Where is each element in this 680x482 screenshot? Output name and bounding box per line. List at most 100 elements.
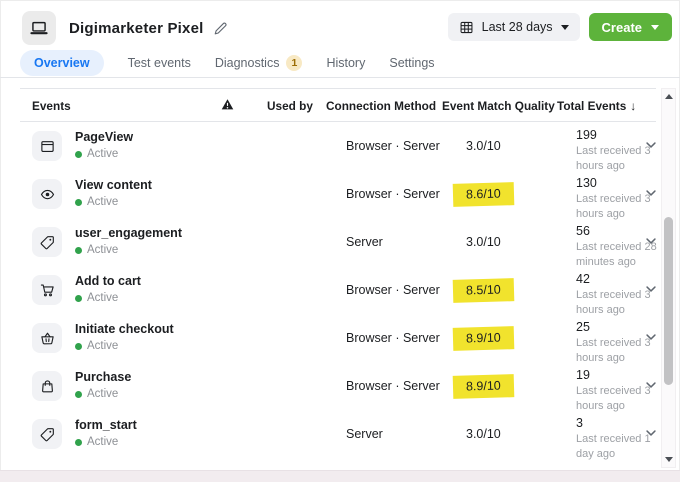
event-match-quality-cell: 3.0/10 (466, 218, 501, 266)
tab-label: Settings (389, 56, 434, 70)
create-button[interactable]: Create (589, 13, 672, 41)
event-name-block: Add to cart Active (75, 274, 141, 304)
event-match-quality-value: 8.5/10 (453, 278, 514, 303)
tab-test-events[interactable]: Test events (128, 50, 191, 76)
table-row[interactable]: Initiate checkout Active Browser · Serve… (20, 314, 656, 362)
table-body: PageView Active Browser · Server 3.0/10 … (20, 122, 656, 458)
event-name-block: Initiate checkout Active (75, 322, 174, 352)
cart-icon (32, 275, 62, 305)
table-row[interactable]: View content Active Browser · Server 8.6… (20, 170, 656, 218)
page-background-strip (0, 470, 680, 482)
date-range-button[interactable]: Last 28 days (448, 13, 580, 41)
table-row[interactable]: Add to cart Active Browser · Server 8.5/… (20, 266, 656, 314)
chevron-down-icon[interactable] (644, 186, 658, 200)
event-name: form_start (75, 418, 137, 432)
connection-method-value: Browser · Server (346, 266, 440, 314)
event-name-block: View content Active (75, 178, 152, 208)
status-badge: Active (75, 148, 133, 160)
chevron-down-icon[interactable] (644, 330, 658, 344)
date-range-label: Last 28 days (482, 20, 553, 34)
active-dot-icon (75, 247, 82, 254)
connection-method-value: Browser · Server (346, 362, 440, 410)
tab-diagnostics[interactable]: Diagnostics 1 (215, 49, 303, 77)
table-header-row: Events Used by Connection Method Event M… (20, 88, 656, 122)
chevron-down-icon[interactable] (644, 138, 658, 152)
tab-overview[interactable]: Overview (20, 50, 104, 76)
edit-pencil-icon[interactable] (213, 21, 228, 36)
column-header-event-match-quality[interactable]: Event Match Quality (442, 99, 555, 113)
connection-method-value: Browser · Server (346, 122, 440, 170)
active-dot-icon (75, 295, 82, 302)
event-match-quality-cell: 8.6/10 (466, 170, 514, 218)
create-label: Create (602, 20, 642, 35)
connection-method-value: Browser · Server (346, 170, 440, 218)
event-match-quality-value: 3.0/10 (466, 139, 501, 153)
event-match-quality-cell: 8.9/10 (466, 362, 514, 410)
chevron-down-icon[interactable] (644, 282, 658, 296)
chevron-down-icon[interactable] (644, 234, 658, 248)
header-actions: Last 28 days Create (448, 13, 672, 41)
event-match-quality-value: 3.0/10 (466, 235, 501, 249)
window-icon (32, 131, 62, 161)
status-label: Active (87, 148, 118, 160)
table-row[interactable]: user_engagement Active Server 3.0/10 56 … (20, 218, 656, 266)
event-match-quality-cell: 3.0/10 (466, 122, 501, 170)
page-title: Digimarketer Pixel (69, 20, 204, 37)
column-header-events[interactable]: Events (32, 99, 71, 113)
event-name: PageView (75, 130, 133, 144)
event-match-quality-cell: 8.5/10 (466, 266, 514, 314)
events-table: Events Used by Connection Method Event M… (20, 88, 656, 458)
column-header-connection-method[interactable]: Connection Method (326, 99, 436, 113)
event-name: Initiate checkout (75, 322, 174, 336)
tab-label: Test events (128, 56, 191, 70)
tab-label: Diagnostics (215, 56, 280, 70)
scrollbar-thumb[interactable] (664, 217, 673, 385)
chevron-down-icon[interactable] (644, 378, 658, 392)
warning-icon[interactable] (221, 98, 234, 111)
scroll-down-icon[interactable] (665, 457, 673, 462)
scroll-up-icon[interactable] (665, 94, 673, 99)
calendar-icon (459, 20, 474, 35)
active-dot-icon (75, 199, 82, 206)
tab-history[interactable]: History (326, 50, 365, 76)
laptop-icon (30, 19, 48, 37)
event-match-quality-value: 3.0/10 (466, 427, 501, 441)
event-name-block: form_start Active (75, 418, 137, 448)
table-row[interactable]: Purchase Active Browser · Server 8.9/10 … (20, 362, 656, 410)
column-header-total-events[interactable]: Total Events ↓ (557, 99, 636, 113)
chevron-down-icon (561, 25, 569, 30)
table-row[interactable]: form_start Active Server 3.0/10 3 Last r… (20, 410, 656, 458)
connection-method-value: Server (346, 218, 383, 266)
tab-badge: 1 (286, 55, 302, 71)
event-name-block: user_engagement Active (75, 226, 182, 256)
event-name-block: Purchase Active (75, 370, 131, 400)
tag-icon (32, 419, 62, 449)
chevron-down-icon (651, 25, 659, 30)
event-match-quality-value: 8.6/10 (453, 182, 514, 207)
vertical-scrollbar[interactable] (661, 88, 676, 468)
active-dot-icon (75, 343, 82, 350)
status-label: Active (87, 196, 118, 208)
status-label: Active (87, 244, 118, 256)
status-label: Active (87, 292, 118, 304)
event-name: Add to cart (75, 274, 141, 288)
status-label: Active (87, 340, 118, 352)
connection-method-value: Browser · Server (346, 314, 440, 362)
event-name-block: PageView Active (75, 130, 133, 160)
app-header: Digimarketer Pixel (22, 9, 228, 47)
connection-method-value: Server (346, 410, 383, 458)
event-match-quality-value: 8.9/10 (453, 374, 514, 399)
column-header-used-by[interactable]: Used by (267, 99, 313, 113)
status-badge: Active (75, 340, 174, 352)
table-row[interactable]: PageView Active Browser · Server 3.0/10 … (20, 122, 656, 170)
event-match-quality-cell: 3.0/10 (466, 410, 501, 458)
tab-label: Overview (34, 56, 90, 70)
status-badge: Active (75, 436, 137, 448)
chevron-down-icon[interactable] (644, 426, 658, 440)
status-badge: Active (75, 292, 141, 304)
tab-settings[interactable]: Settings (389, 50, 434, 76)
status-label: Active (87, 436, 118, 448)
active-dot-icon (75, 439, 82, 446)
event-name: Purchase (75, 370, 131, 384)
status-badge: Active (75, 196, 152, 208)
